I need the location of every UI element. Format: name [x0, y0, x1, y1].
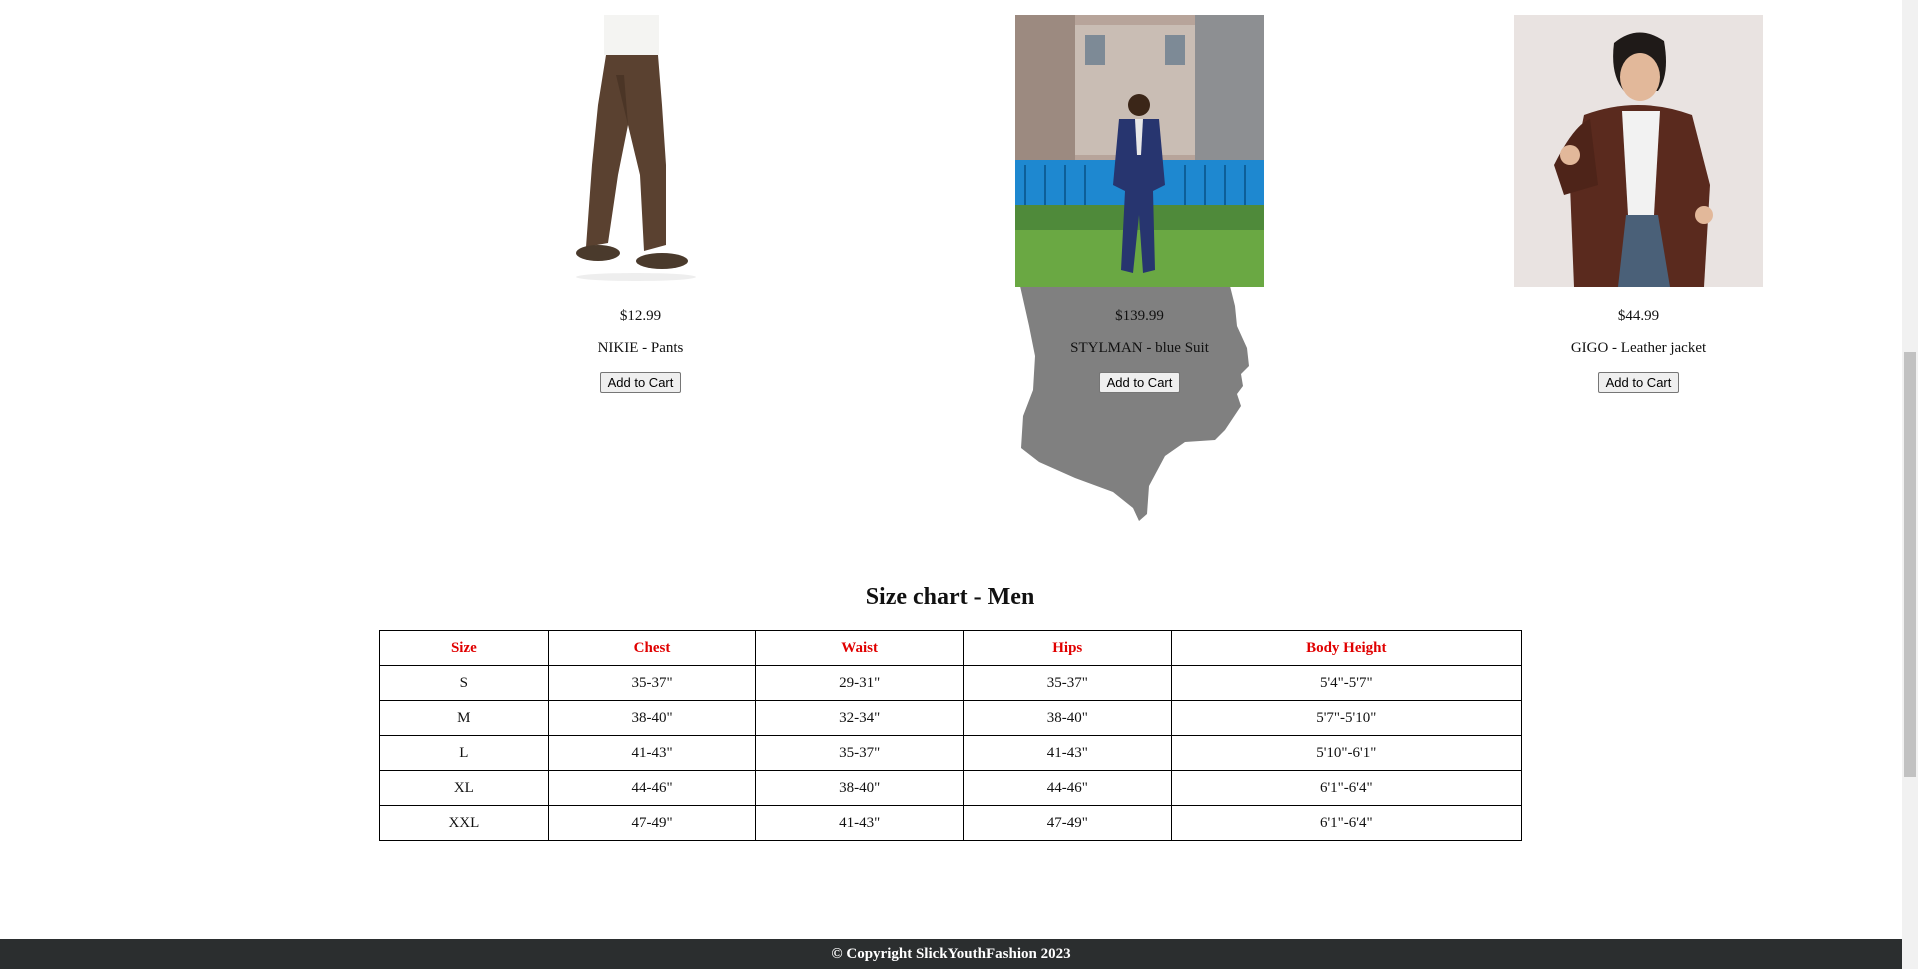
cell-chest: 41-43" [547, 735, 757, 771]
header-chest: Chest [547, 630, 757, 666]
header-hips: Hips [962, 630, 1172, 666]
table-row: L 41-43" 35-37" 41-43" 5'10"-6'1" [379, 735, 1523, 771]
product-price: $12.99 [619, 308, 662, 324]
add-to-cart-button[interactable]: Add to Cart [599, 372, 682, 393]
cell-body-height: 6'1"-6'4" [1170, 770, 1523, 806]
product-name: GIGO - Leather jacket [1570, 340, 1707, 356]
product-image-pants[interactable] [516, 15, 765, 287]
product-name: NIKIE - Pants [597, 340, 684, 356]
cell-size: S [379, 665, 549, 701]
cell-chest: 47-49" [547, 805, 757, 841]
product-card-suit: $139.99 STYLMAN - blue Suit Add to Cart [1015, 15, 1264, 393]
cell-body-height: 6'1"-6'4" [1170, 805, 1523, 841]
table-row: S 35-37" 29-31" 35-37" 5'4"-5'7" [379, 665, 1523, 701]
add-to-cart-button[interactable]: Add to Cart [1098, 372, 1181, 393]
cell-body-height: 5'7"-5'10" [1170, 700, 1523, 736]
cell-hips: 38-40" [962, 700, 1172, 736]
table-row: M 38-40" 32-34" 38-40" 5'7"-5'10" [379, 700, 1523, 736]
cell-waist: 41-43" [755, 805, 964, 841]
cell-waist: 29-31" [755, 665, 964, 701]
header-size: Size [379, 630, 549, 666]
cell-waist: 32-34" [755, 700, 964, 736]
cell-waist: 35-37" [755, 735, 964, 771]
add-to-cart-button[interactable]: Add to Cart [1597, 372, 1680, 393]
size-chart-table: Size Chest Waist Hips Body Height S 35-3… [379, 630, 1523, 841]
page-footer: © Copyright SlickYouthFashion 2023 [0, 939, 1902, 969]
cell-chest: 35-37" [547, 665, 757, 701]
cell-body-height: 5'4"-5'7" [1170, 665, 1523, 701]
cell-size: L [379, 735, 549, 771]
table-row: XL 44-46" 38-40" 44-46" 6'1"-6'4" [379, 770, 1523, 806]
cell-size: XXL [379, 805, 549, 841]
cell-size: XL [379, 770, 549, 806]
cell-chest: 38-40" [547, 700, 757, 736]
vertical-scrollbar[interactable] [1902, 0, 1918, 969]
product-price: $44.99 [1617, 308, 1660, 324]
table-header-row: Size Chest Waist Hips Body Height [379, 630, 1523, 666]
cell-body-height: 5'10"-6'1" [1170, 735, 1523, 771]
header-waist: Waist [755, 630, 964, 666]
cell-hips: 35-37" [962, 665, 1172, 701]
product-image-suit[interactable] [1015, 15, 1264, 287]
product-image-jacket[interactable] [1514, 15, 1763, 287]
size-chart-title: Size chart - Men [865, 584, 1035, 610]
product-card-jacket: $44.99 GIGO - Leather jacket Add to Cart [1514, 15, 1763, 393]
product-name: STYLMAN - blue Suit [1070, 340, 1209, 356]
cell-hips: 41-43" [962, 735, 1172, 771]
scrollbar-thumb[interactable] [1904, 352, 1916, 777]
cell-chest: 44-46" [547, 770, 757, 806]
product-card-pants: $12.99 NIKIE - Pants Add to Cart [516, 15, 765, 393]
product-price: $139.99 [1115, 308, 1164, 324]
header-body-height: Body Height [1170, 630, 1523, 666]
cell-waist: 38-40" [755, 770, 964, 806]
copyright-text: © Copyright SlickYouthFashion 2023 [831, 946, 1071, 962]
table-row: XXL 47-49" 41-43" 47-49" 6'1"-6'4" [379, 805, 1523, 841]
cell-size: M [379, 700, 549, 736]
cell-hips: 44-46" [962, 770, 1172, 806]
cell-hips: 47-49" [962, 805, 1172, 841]
